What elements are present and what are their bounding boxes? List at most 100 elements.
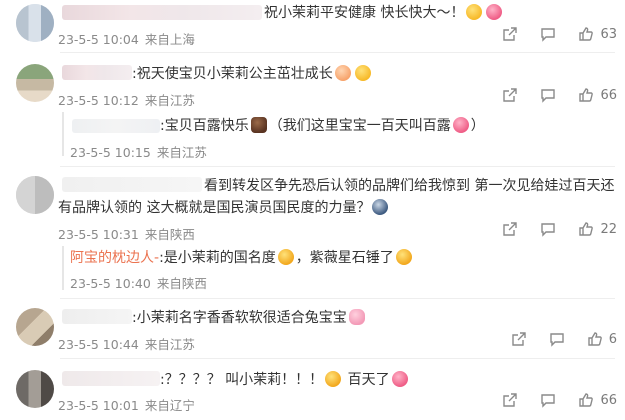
share-button[interactable]	[502, 26, 518, 42]
share-button[interactable]	[511, 331, 527, 347]
comment-icon	[541, 89, 556, 103]
thumbs-up-icon	[579, 27, 594, 41]
username-blurred[interactable]	[62, 65, 132, 80]
reply-text-content-3: ）	[470, 118, 485, 134]
like-count: 66	[600, 392, 617, 408]
share-icon	[512, 332, 526, 346]
share-button[interactable]	[502, 221, 518, 237]
comment-icon	[550, 333, 564, 347]
crying-emoji	[395, 249, 412, 265]
comment-icon	[541, 394, 556, 408]
thumbs-up-icon	[579, 393, 594, 407]
crying-emoji	[277, 249, 294, 265]
comment-item: :？？？？ 叫小茉莉！！！ 百天了 23-5-5 10:01 来自辽宁 66	[0, 366, 625, 418]
reply-text: :宝贝百露快乐 （我们这里宝宝一百天叫百露 ）	[160, 115, 485, 137]
share-icon	[503, 88, 518, 102]
reply-bar	[62, 246, 64, 290]
divider	[60, 298, 615, 299]
username-blurred[interactable]	[62, 371, 160, 386]
like-button[interactable]: 66	[578, 87, 617, 103]
reply-text-content: :是小茉莉的国名度	[159, 250, 276, 266]
reply-button[interactable]	[549, 331, 565, 347]
smile-emoji	[354, 65, 371, 81]
thumbs-up-icon	[579, 222, 594, 236]
comment-item: 看到转发区争先恐后认领的品牌们给我惊到 第一次见给娃过百天还有品牌认领的 这大概…	[0, 172, 625, 296]
comment-meta: 23-5-5 10:01 来自辽宁	[58, 395, 201, 414]
like-count: 66	[600, 87, 617, 103]
comment-text-content: :？？？？ 叫小茉莉！！！	[160, 372, 324, 388]
pig-emoji	[348, 309, 365, 325]
divider	[60, 166, 615, 167]
comment-location: 来自辽宁	[144, 398, 195, 413]
comment-text: 看到转发区争先恐后认领的品牌们给我惊到 第一次见给娃过百天还有品牌认领的 这大概…	[58, 175, 618, 219]
comment-text: :小茉莉名字香香软软很适合兔宝宝	[132, 307, 367, 329]
thumbs-up-icon	[579, 88, 594, 102]
reply-date: 23-5-5 10:40	[70, 276, 151, 291]
share-icon	[503, 393, 518, 407]
comment-text: :？？？？ 叫小茉莉！！！ 百天了	[160, 369, 410, 391]
comment-text: :祝天使宝贝小茉莉公主茁壮成长	[132, 63, 373, 85]
comment-text-content: 看到转发区争先恐后认领的品牌们给我惊到 第一次见给娃过百天还有品牌认领的 这大概…	[58, 178, 615, 216]
reply-text-content: :宝贝百露快乐	[160, 118, 249, 134]
reply-location: 来自江苏	[156, 145, 207, 160]
like-button[interactable]: 22	[578, 221, 617, 237]
comment-text-content: :小茉莉名字香香软软很适合兔宝宝	[132, 310, 347, 326]
comment-date: 23-5-5 10:31	[58, 227, 139, 242]
reply-bar	[62, 112, 64, 156]
reply-text-content-2: （我们这里宝宝一百天叫百露	[268, 118, 451, 134]
comment-date: 23-5-5 10:04	[58, 32, 139, 47]
like-count: 22	[600, 221, 617, 237]
divider	[60, 358, 615, 359]
avatar[interactable]	[16, 4, 54, 42]
like-button[interactable]: 6	[587, 331, 617, 347]
reply-username[interactable]: 阿宝的枕边人-	[70, 250, 159, 266]
avatar[interactable]	[16, 308, 54, 346]
avatar[interactable]	[16, 370, 54, 408]
comment-meta: 23-5-5 10:31 来自陕西	[58, 224, 201, 243]
divider	[60, 52, 615, 53]
share-icon	[503, 222, 518, 236]
avatar[interactable]	[16, 176, 54, 214]
reply-button[interactable]	[540, 26, 556, 42]
reply-text: 阿宝的枕边人-:是小茉莉的国名度 ，紫薇星石锤了	[70, 247, 414, 269]
reply-meta: 23-5-5 10:15 来自江苏	[70, 142, 213, 161]
avatar[interactable]	[16, 64, 54, 102]
reply-meta: 23-5-5 10:40 来自陕西	[70, 273, 213, 292]
username-blurred[interactable]	[62, 309, 132, 324]
comment-meta: 23-5-5 10:04 来自上海	[58, 29, 201, 48]
comment-text-content: 祝小茉莉平安健康 快长快大～！	[264, 5, 465, 21]
comment-date: 23-5-5 10:01	[58, 398, 139, 413]
comment-item: 祝小茉莉平安健康 快长快大～！ 23-5-5 10:04 来自上海 63	[0, 0, 625, 48]
crying-emoji	[325, 371, 342, 387]
comment-location: 来自上海	[144, 32, 195, 47]
comment-date: 23-5-5 10:44	[58, 337, 139, 352]
share-button[interactable]	[502, 392, 518, 408]
username-blurred[interactable]	[62, 5, 262, 20]
rose-emoji	[452, 117, 469, 133]
reply-date: 23-5-5 10:15	[70, 145, 151, 160]
like-button[interactable]: 66	[578, 392, 617, 408]
comment-location: 来自陕西	[144, 227, 195, 242]
comment-actions: 6	[489, 331, 617, 347]
comment-icon	[541, 223, 556, 237]
comment-item: :祝天使宝贝小茉莉公主茁壮成长 23-5-5 10:12 来自江苏 66 :宝贝百…	[0, 60, 625, 164]
rose-emoji	[486, 4, 503, 20]
comment-icon	[541, 28, 556, 42]
comment-actions: 66	[480, 87, 617, 103]
reply-button[interactable]	[540, 221, 556, 237]
blush-emoji	[334, 65, 351, 81]
smile-emoji	[466, 4, 483, 20]
comment-text-content: :祝天使宝贝小茉莉公主茁壮成长	[132, 66, 333, 82]
reply-button[interactable]	[540, 87, 556, 103]
reply-button[interactable]	[540, 392, 556, 408]
comment-text: 祝小茉莉平安健康 快长快大～！	[264, 2, 504, 24]
reply-text-content-2: ，紫薇星石锤了	[295, 250, 394, 266]
comment-actions: 22	[480, 221, 617, 237]
thumbs-up-icon	[588, 332, 602, 346]
like-count: 6	[608, 331, 617, 347]
share-button[interactable]	[502, 87, 518, 103]
like-button[interactable]: 63	[578, 26, 617, 42]
reply-location: 来自陕西	[156, 276, 207, 291]
reply-username-blurred[interactable]	[72, 119, 160, 133]
helmet-emoji	[372, 199, 389, 215]
